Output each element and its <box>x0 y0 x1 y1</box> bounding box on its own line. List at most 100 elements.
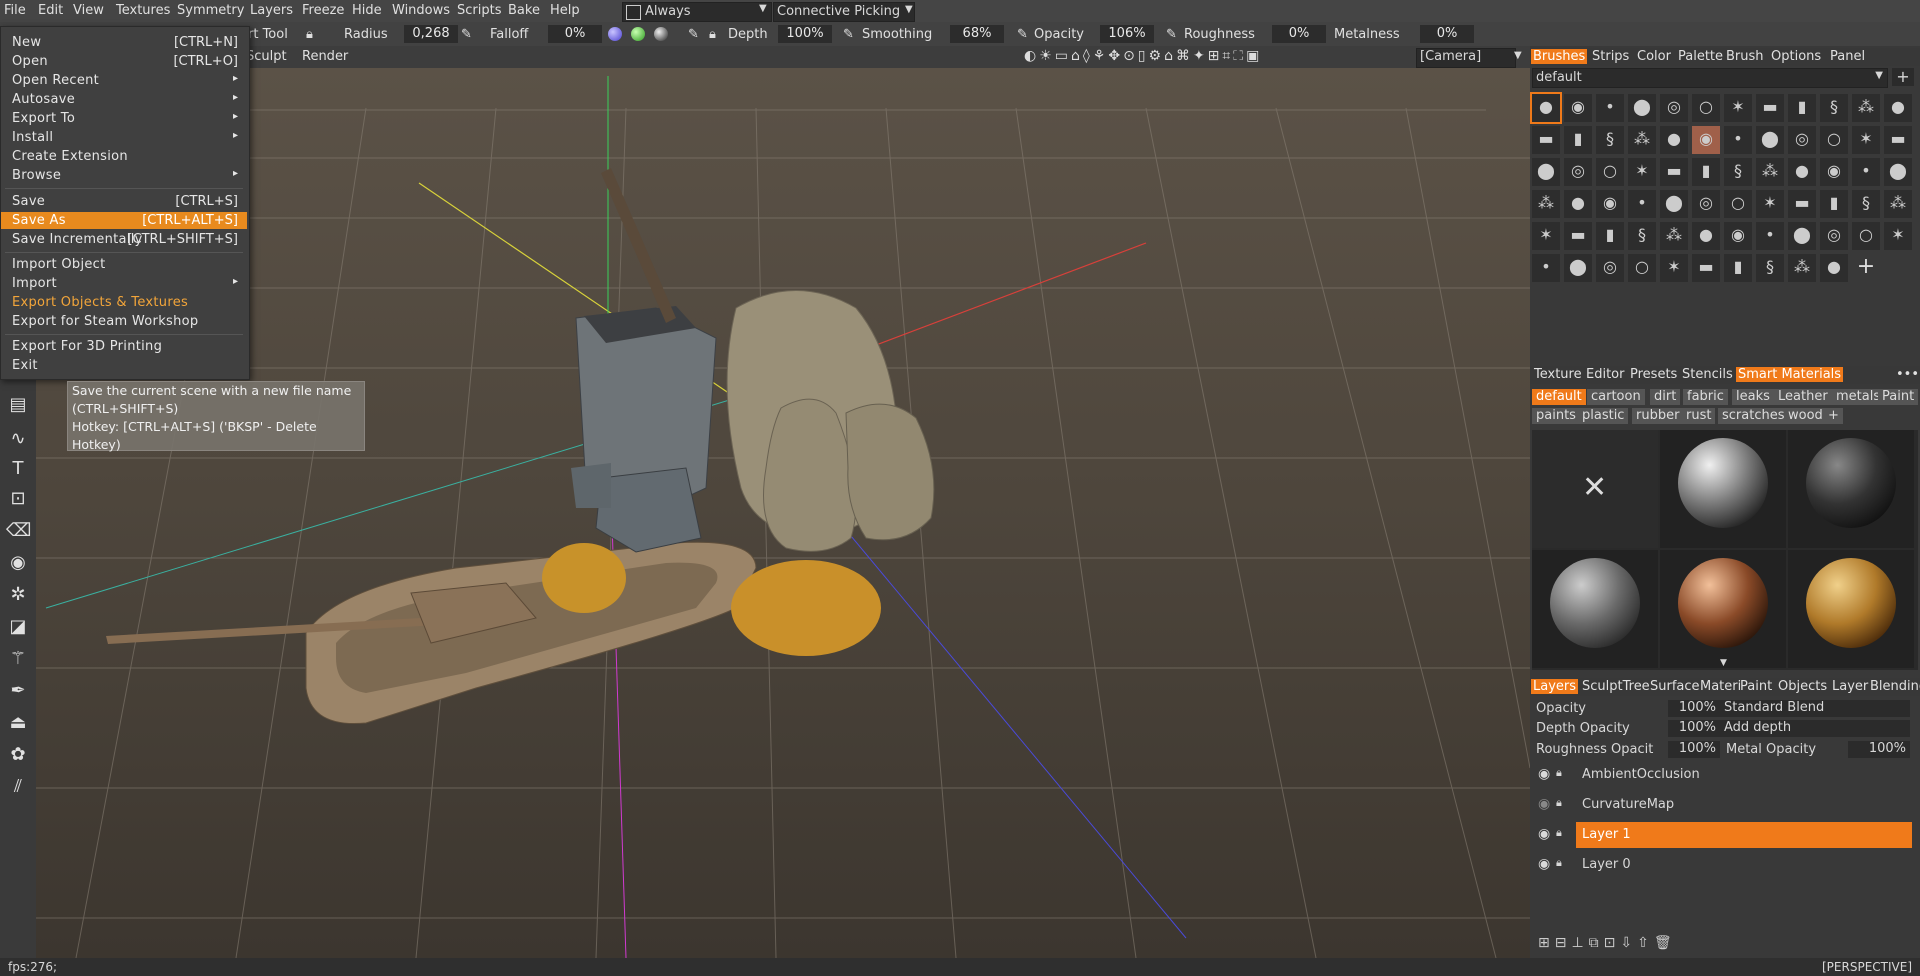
falloff-label[interactable]: Falloff <box>490 27 528 42</box>
menu-item-export-objects-textures[interactable]: Export Objects & Textures <box>1 294 247 311</box>
menu-item-save[interactable]: Save [CTRL+S] <box>1 193 247 210</box>
menu-freeze[interactable]: Freeze <box>302 3 344 18</box>
gloss-sphere-icon[interactable] <box>654 27 668 41</box>
ruler-icon[interactable]: ⊡ <box>6 488 30 510</box>
brush-preset[interactable]: § <box>1628 222 1656 250</box>
brush-preset-dropdown[interactable]: default ▼ <box>1532 68 1888 88</box>
brush-preset[interactable]: § <box>1724 158 1752 186</box>
curve-icon[interactable]: ∿ <box>6 428 30 450</box>
eraser-icon[interactable]: ⌫ <box>6 520 31 542</box>
roughness-opacity-label[interactable]: Roughness Opacit <box>1536 742 1653 757</box>
tab-objects[interactable]: Objects <box>1778 679 1827 694</box>
chip-paints[interactable]: paints <box>1532 408 1580 424</box>
menu-item-browse[interactable]: Browse ▸ <box>1 167 247 184</box>
radius-label[interactable]: Radius <box>344 27 388 42</box>
lock-icon[interactable]: 🔒︎ <box>1556 826 1562 840</box>
metal-opacity-field[interactable]: 100% <box>1848 741 1910 758</box>
brush-preset[interactable]: ◉ <box>1692 126 1720 154</box>
chip-fabric[interactable]: fabric <box>1683 389 1728 405</box>
brush-preset[interactable]: ◉ <box>1596 190 1624 218</box>
always-dropdown[interactable]: Always ▼ <box>622 2 772 22</box>
brush-preset[interactable]: ⁂ <box>1884 190 1912 218</box>
brush-preset[interactable]: ◉ <box>1724 222 1752 250</box>
smoothing-label[interactable]: Smoothing <box>862 27 932 42</box>
measure-icon[interactable]: ⫽ <box>6 776 30 798</box>
brush-preset[interactable]: ◎ <box>1564 158 1592 186</box>
tab-texture[interactable]: Texture <box>1534 367 1582 382</box>
brush-preset[interactable]: ▬ <box>1564 222 1592 250</box>
brush-preset[interactable]: § <box>1596 126 1624 154</box>
brush-preset[interactable]: ▬ <box>1660 158 1688 186</box>
brush-preset[interactable]: ● <box>1530 92 1562 124</box>
menu-item-autosave[interactable]: Autosave ▸ <box>1 91 247 108</box>
material-sphere[interactable] <box>1788 430 1914 548</box>
brush-preset[interactable]: ● <box>1820 254 1848 282</box>
chip-rubber[interactable]: rubber <box>1632 408 1684 424</box>
brush-preset[interactable]: ⬤ <box>1756 126 1784 154</box>
brush-preset[interactable]: ⬤ <box>1532 158 1560 186</box>
menu-windows[interactable]: Windows <box>392 3 450 18</box>
tab-paint[interactable]: Paint <box>1740 679 1772 694</box>
lock-icon[interactable]: 🔒︎ <box>1556 766 1562 780</box>
material-sphere[interactable] <box>1660 550 1786 668</box>
brush-preset[interactable]: ⁂ <box>1628 126 1656 154</box>
lock-icon[interactable]: 🔒︎ <box>306 27 313 42</box>
metal-opacity-label[interactable]: Metal Opacity <box>1726 742 1816 757</box>
tab-materials[interactable]: Materi <box>1700 679 1741 694</box>
brush-preset[interactable]: ✶ <box>1884 222 1912 250</box>
brush-preset[interactable]: ▬ <box>1692 254 1720 282</box>
menu-help[interactable]: Help <box>550 3 580 18</box>
radius-field[interactable]: 0,268 <box>404 25 458 43</box>
tab-color[interactable]: Color <box>1637 49 1671 64</box>
page-icon[interactable]: ▤ <box>6 394 30 416</box>
chevron-down-icon[interactable]: ▼ <box>1514 50 1522 61</box>
metalness-field[interactable]: 0% <box>1420 25 1474 43</box>
brush-preset[interactable]: ○ <box>1596 158 1624 186</box>
brush-preset[interactable]: ▮ <box>1788 94 1816 122</box>
brush-preset[interactable]: ✶ <box>1852 126 1880 154</box>
menu-symmetry[interactable]: Symmetry <box>177 3 244 18</box>
brush-preset[interactable]: • <box>1532 254 1560 282</box>
layer-row-selected[interactable]: ◉ 🔒︎ Layer 1 <box>1530 822 1920 848</box>
brush-preset[interactable]: ✶ <box>1724 94 1752 122</box>
render-room-tab[interactable]: Render <box>302 49 348 64</box>
color-sphere-icon[interactable] <box>608 27 622 41</box>
brush-icon[interactable]: ✎ <box>1166 27 1177 42</box>
opacity-label[interactable]: Opacity <box>1034 27 1084 42</box>
brush-preset[interactable]: ⬤ <box>1660 190 1688 218</box>
menu-item-export-steam[interactable]: Export for Steam Workshop <box>1 313 247 330</box>
brush-preset[interactable]: ⬤ <box>1788 222 1816 250</box>
chip-wood[interactable]: wood <box>1784 408 1827 424</box>
camera-dropdown[interactable]: [Camera] <box>1416 48 1516 68</box>
depth-opacity-field[interactable]: 100% <box>1668 720 1720 737</box>
menu-bake[interactable]: Bake <box>508 3 540 18</box>
brush-preset[interactable]: ◎ <box>1660 94 1688 122</box>
chip-default[interactable]: default <box>1532 389 1586 405</box>
brush-preset[interactable]: ▮ <box>1692 158 1720 186</box>
layer-actions-bar[interactable]: ⊞⊟⊥⧉⊡⇩⇧🗑︎ <box>1538 935 1677 951</box>
chip-paint[interactable]: Paint <box>1878 389 1919 405</box>
brush-preset[interactable]: § <box>1756 254 1784 282</box>
brush-preset[interactable]: ● <box>1884 94 1912 122</box>
chip-rust[interactable]: rust <box>1682 408 1716 424</box>
tab-brushes[interactable]: Brushes <box>1531 49 1588 64</box>
brush-preset[interactable]: • <box>1596 94 1624 122</box>
brush-preset[interactable]: ⁂ <box>1660 222 1688 250</box>
tab-editor[interactable]: Editor <box>1586 367 1624 382</box>
material-sphere[interactable] <box>1788 550 1914 668</box>
brush-preset[interactable]: • <box>1852 158 1880 186</box>
tab-surface[interactable]: Surface <box>1650 679 1700 694</box>
menu-view[interactable]: View <box>73 3 104 18</box>
menu-item-save-as[interactable]: Save As [CTRL+ALT+S] <box>1 212 247 229</box>
menu-item-create-extension[interactable]: Create Extension <box>1 148 247 165</box>
material-sphere[interactable] <box>1532 550 1658 668</box>
chip-metals[interactable]: metals <box>1832 389 1885 405</box>
menu-item-new[interactable]: New [CTRL+N] <box>1 34 247 51</box>
menu-item-import[interactable]: Import ▸ <box>1 275 247 292</box>
brush-preset[interactable]: ◉ <box>1564 94 1592 122</box>
brush-preset[interactable]: § <box>1852 190 1880 218</box>
depth-field[interactable]: 100% <box>778 25 832 43</box>
roughness-opacity-field[interactable]: 100% <box>1668 741 1720 758</box>
menu-item-open-recent[interactable]: Open Recent ▸ <box>1 72 247 89</box>
lock-icon[interactable]: 🔒︎ <box>1556 856 1562 870</box>
